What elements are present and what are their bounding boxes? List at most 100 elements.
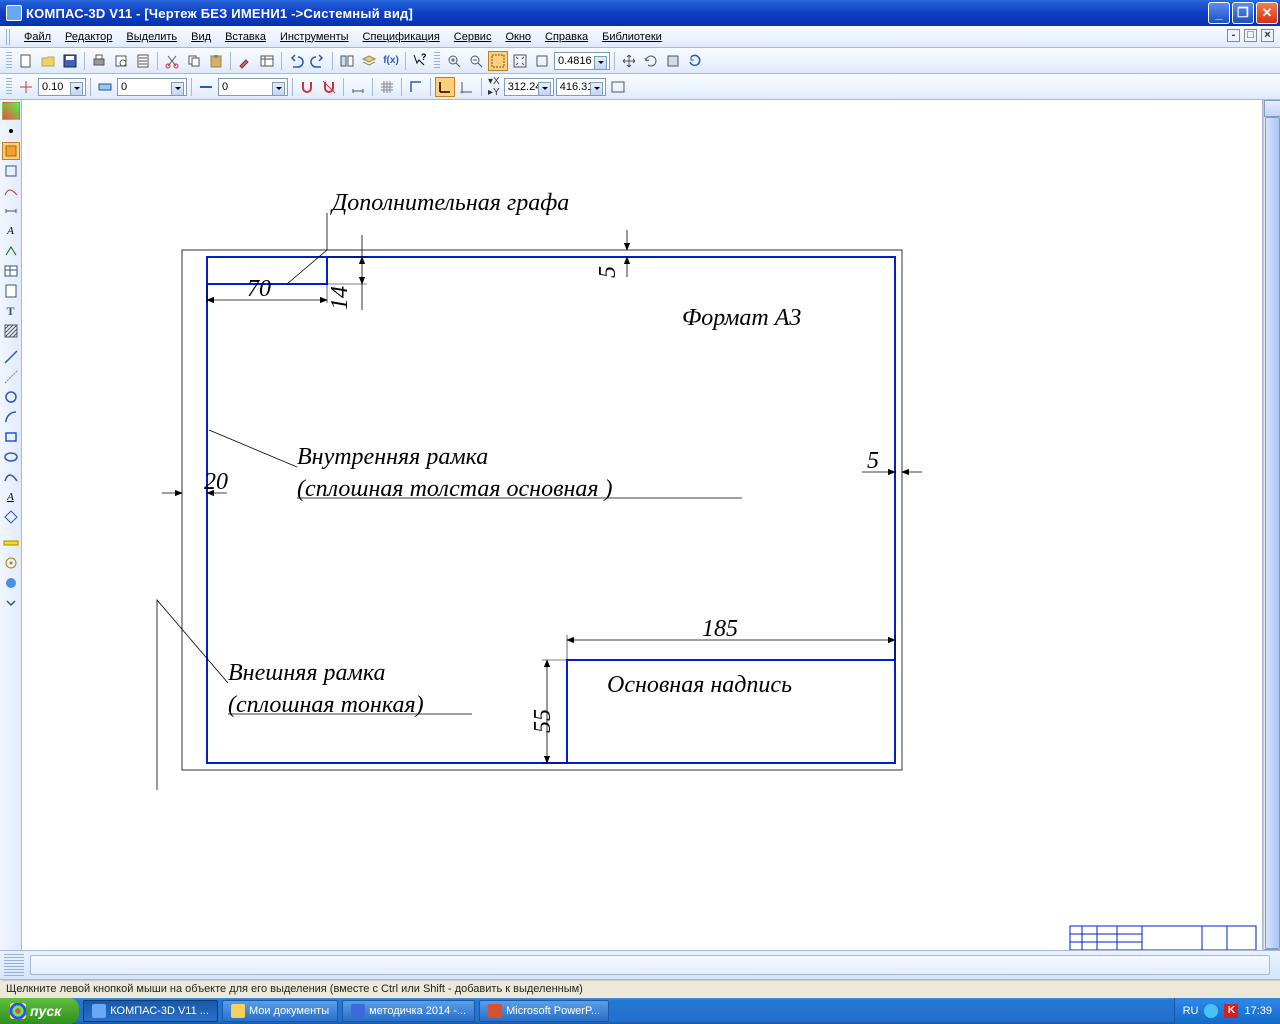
edit-tool-icon[interactable] [2,162,20,180]
manager-icon[interactable] [337,51,357,71]
redo-icon[interactable] [308,51,328,71]
menu-tools[interactable]: Инструменты [274,29,355,45]
undo-icon[interactable] [286,51,306,71]
tray-k-icon[interactable]: K [1224,1004,1238,1018]
print-icon[interactable] [89,51,109,71]
ortho-icon[interactable] [406,77,426,97]
task-word[interactable]: методичка 2014 -... [342,1000,475,1022]
designation-a-icon[interactable]: A [2,222,20,240]
scroll-up-icon[interactable] [1264,100,1280,117]
layer-icon[interactable] [95,77,115,97]
tray-shield-icon[interactable] [1204,1004,1218,1018]
grid-icon[interactable] [377,77,397,97]
contour-tool-icon[interactable] [2,508,20,526]
coord-x-field[interactable]: 312.24 [504,78,554,96]
menu-file[interactable]: Файл [18,29,57,45]
spec-icon[interactable] [133,51,153,71]
vertical-scrollbar[interactable] [1263,100,1280,966]
roughness-icon[interactable] [2,242,20,260]
step-combo[interactable]: 0.10 [38,78,86,96]
menu-help[interactable]: Справка [539,29,594,45]
library-tool-icon[interactable] [2,574,20,592]
menu-spec[interactable]: Спецификация [357,29,446,45]
coord-y-field[interactable]: 416.31 [556,78,606,96]
menu-service[interactable]: Сервис [448,29,498,45]
table-tool-icon[interactable] [2,262,20,280]
system-tray[interactable]: RU K 17:39 [1174,998,1280,1024]
dimension-tool-icon[interactable] [2,202,20,220]
save-icon[interactable] [60,51,80,71]
task-kompas[interactable]: КОМПАС-3D V11 ... [83,1000,218,1022]
cut-icon[interactable] [162,51,182,71]
rect-tool-icon[interactable] [2,428,20,446]
paste-icon[interactable] [206,51,226,71]
local-cs-icon[interactable] [435,77,455,97]
menu-view[interactable]: Вид [185,29,217,45]
bezier-tool-icon[interactable] [2,468,20,486]
coord-lock-icon[interactable] [608,77,628,97]
select-tool-icon[interactable] [2,142,20,160]
zoom-out-icon[interactable] [466,51,486,71]
start-button[interactable]: пуск [0,998,79,1024]
preview-icon[interactable] [111,51,131,71]
grip-handle[interactable] [434,52,440,70]
snap-magnet-icon[interactable] [297,77,317,97]
zoom-fit-icon[interactable] [510,51,530,71]
arc-tool-icon[interactable] [2,408,20,426]
open-icon[interactable] [38,51,58,71]
params-tool-icon[interactable] [2,554,20,572]
mdi-restore-button[interactable]: □ [1244,29,1257,42]
mdi-close-button[interactable]: × [1261,29,1274,42]
zoom-all-icon[interactable] [532,51,552,71]
zoom-window-icon[interactable] [488,51,508,71]
zoom-in-icon[interactable] [444,51,464,71]
spec-tool-icon[interactable] [2,282,20,300]
line-tool-icon[interactable] [2,348,20,366]
properties-icon[interactable] [257,51,277,71]
grip-handle[interactable] [6,78,12,96]
grip-handle[interactable] [4,954,24,976]
hatch-tool-icon[interactable] [2,322,20,340]
minimize-button[interactable]: _ [1208,2,1230,24]
close-button[interactable]: ✕ [1256,2,1278,24]
text-tool-icon[interactable]: T [2,302,20,320]
ellipse-tool-icon[interactable] [2,448,20,466]
style-combo[interactable]: 0 [218,78,288,96]
property-panel[interactable] [30,955,1270,975]
menu-libs[interactable]: Библиотеки [596,29,668,45]
spline-tool-icon[interactable] [2,182,20,200]
help-icon[interactable]: ? [410,51,430,71]
point-tool-icon[interactable] [2,122,20,140]
lang-indicator[interactable]: RU [1183,1005,1199,1017]
scroll-thumb[interactable] [1265,117,1280,949]
grip-handle[interactable] [6,29,12,45]
collapse-icon[interactable] [2,594,20,612]
pan-icon[interactable] [619,51,639,71]
maximize-button[interactable]: ❐ [1232,2,1254,24]
grip-handle[interactable] [6,52,12,70]
drawing-canvas[interactable]: Дополнительная графа 70 14 5 Формат А3 В… [22,100,1263,966]
menu-insert[interactable]: Вставка [219,29,272,45]
text-a-icon[interactable]: A [2,488,20,506]
copy-icon[interactable] [184,51,204,71]
layers-icon[interactable] [359,51,379,71]
zoom-combo[interactable]: 0.4816 [554,52,610,70]
menu-window[interactable]: Окно [499,29,537,45]
layer-combo[interactable]: 0 [117,78,187,96]
refresh-icon[interactable] [685,51,705,71]
measure-tool-icon[interactable] [2,534,20,552]
style-icon[interactable] [196,77,216,97]
new-icon[interactable] [16,51,36,71]
circle-tool-icon[interactable] [2,388,20,406]
task-powerpoint[interactable]: Microsoft PowerP... [479,1000,609,1022]
redraw-icon[interactable] [663,51,683,71]
geometry-tool-icon[interactable] [2,102,20,120]
variables-icon[interactable]: f(x) [381,51,401,71]
brush-icon[interactable] [235,51,255,71]
mdi-minimize-button[interactable]: - [1227,29,1240,42]
aux-line-tool-icon[interactable] [2,368,20,386]
menu-edit[interactable]: Редактор [59,29,118,45]
step-icon[interactable] [16,77,36,97]
snap-off-icon[interactable] [319,77,339,97]
rotate-icon[interactable] [641,51,661,71]
